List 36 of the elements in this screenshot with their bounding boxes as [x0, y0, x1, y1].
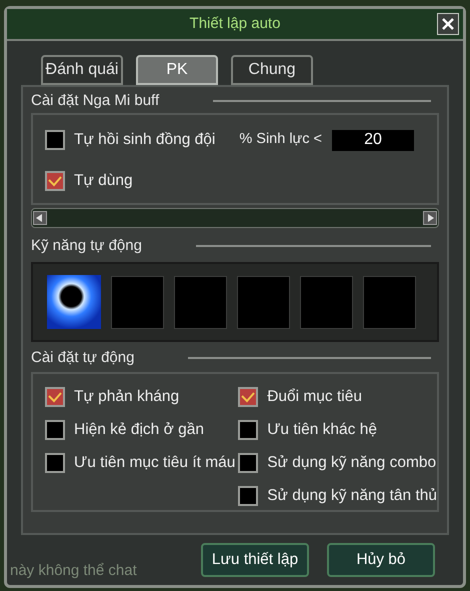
option-label: Ưu tiên mục tiêu ít máu [74, 453, 236, 474]
option-label: Tự hồi sinh đồng đội [74, 130, 216, 150]
option-label: Tự phản kháng [74, 387, 180, 408]
option-label: Hiện kẻ địch ở gần [74, 420, 204, 440]
window-title: Thiết lập auto [190, 14, 280, 34]
tab[interactable]: PK [136, 55, 218, 85]
close-button[interactable] [437, 13, 459, 35]
option-label: Sử dụng kỹ năng combo [267, 453, 436, 474]
tab[interactable]: Đánh quái [41, 55, 123, 85]
close-icon [441, 17, 455, 31]
action-button[interactable]: Hủy bỏ [327, 543, 435, 577]
checkbox[interactable] [45, 453, 65, 473]
threshold-label: % Sinh lực < [239, 130, 322, 150]
skill-icon[interactable] [47, 275, 101, 329]
chat-line: này không thể chat [10, 561, 137, 581]
checkbox[interactable] [238, 387, 258, 407]
option-label: Ưu tiên khác hệ [267, 420, 377, 440]
checkbox[interactable] [45, 387, 65, 407]
option-label: Đuổi mục tiêu [267, 387, 362, 408]
tab[interactable]: Chung [231, 55, 313, 85]
checkbox[interactable] [238, 420, 258, 440]
scroll-bar[interactable] [31, 208, 439, 228]
section-title: Cài đặt tự động [31, 348, 134, 368]
section-title: Cài đặt Nga Mi buff [31, 90, 160, 111]
checkbox[interactable] [238, 453, 258, 473]
option-label: Tự dùng [74, 171, 133, 192]
scroll-left-icon[interactable] [33, 211, 47, 225]
scroll-right-icon[interactable] [423, 211, 437, 225]
section-title: Kỹ năng tự động [31, 236, 142, 256]
checkbox[interactable] [45, 171, 65, 191]
checkbox[interactable] [45, 420, 65, 440]
checkbox[interactable] [238, 486, 258, 506]
option-label: Sử dụng kỹ năng tân thủ [267, 486, 437, 506]
checkbox[interactable] [45, 130, 65, 150]
action-button[interactable]: Lưu thiết lập [201, 543, 309, 577]
hp-input-field[interactable]: 20 [332, 130, 414, 150]
